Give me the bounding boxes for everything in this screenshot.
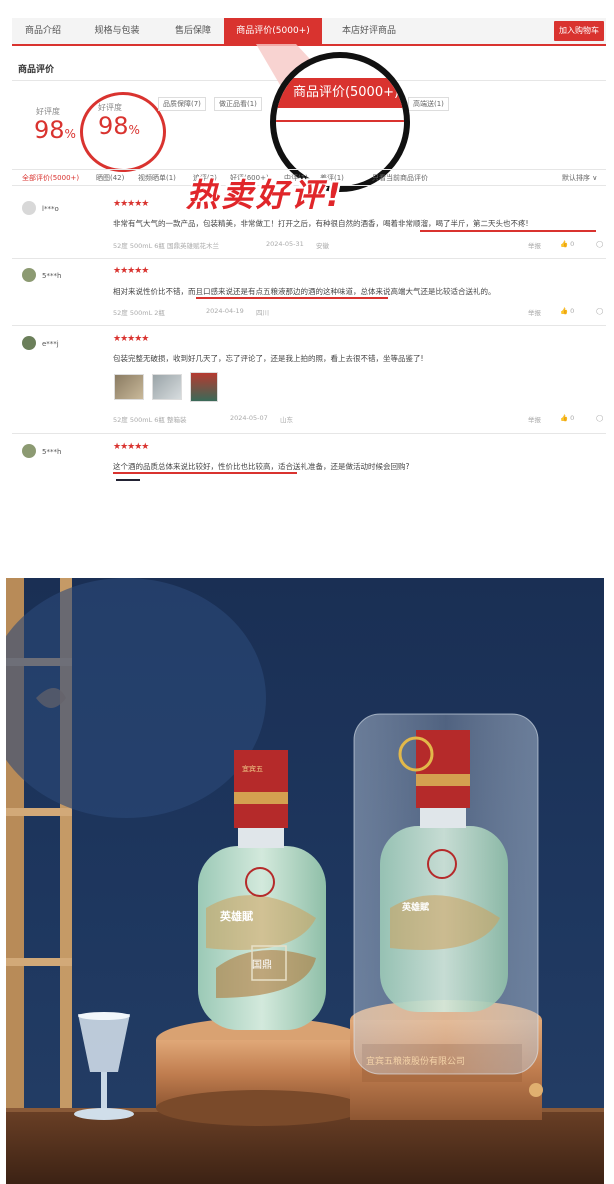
filter-video[interactable]: 视频晒单(1): [138, 173, 176, 183]
filter-current-only[interactable]: 只看当前商品评价: [372, 173, 428, 183]
highlight-underline: [196, 297, 388, 299]
bottle-brand-label: 英雄賦: [402, 903, 430, 913]
highlight-underline: [113, 472, 297, 474]
review-text: 相对来说性价比不错，而且口感来说还是有点五粮液那边的酒的这种味道，总体来说高端大…: [113, 287, 496, 296]
rating-value-zoom: 98%: [98, 112, 140, 140]
product-photo: 英雄賦 英雄賦 国鼎 宜宾五 宜宾五粮液股份有限公司: [6, 578, 604, 1184]
review-text: 非常有气大气的一款产品，包装精美，非常做工！打开之后，有种很自然的酒香，喝着非常…: [113, 219, 529, 228]
review-photo-thumbnail[interactable]: [114, 374, 144, 400]
rating-value: 98%: [34, 116, 76, 144]
tab-after-sale[interactable]: 售后保障: [160, 18, 226, 44]
filter-photos[interactable]: 晒图(42): [96, 173, 124, 183]
bottle-brand-label: 英雄賦: [220, 910, 253, 923]
tab-reviews[interactable]: 商品评价(5000+): [224, 18, 322, 44]
like-button[interactable]: 👍 0: [560, 414, 574, 422]
comment-icon[interactable]: ◯: [596, 240, 603, 248]
review-username: e***j: [42, 340, 59, 348]
report-link[interactable]: 举报: [528, 240, 541, 250]
rating-stars: ★★★★★: [113, 199, 149, 209]
rating-stars: ★★★★★: [113, 442, 149, 452]
magnified-underline: [276, 120, 404, 122]
review-tag[interactable]: 高端送(1): [408, 97, 449, 111]
tab-store-rated[interactable]: 本店好评商品: [326, 18, 412, 44]
like-button[interactable]: 👍 0: [560, 307, 574, 315]
review-meta: 52度 500mL 6瓶 国鼎英雄赋花木兰: [113, 242, 219, 250]
avatar: [22, 268, 36, 282]
add-to-cart-button[interactable]: 加入购物车: [554, 21, 604, 41]
bottle-cap-label: 宜宾五: [242, 765, 263, 773]
tab-product-intro[interactable]: 商品介绍: [12, 18, 74, 44]
base-engraving: 宜宾五粮液股份有限公司: [366, 1057, 466, 1067]
comment-icon[interactable]: ◯: [596, 414, 603, 422]
review-meta: 52度 500mL 6瓶 整箱装: [113, 416, 187, 424]
avatar: [22, 201, 36, 215]
review-meta: 52度 500mL 2瓶: [113, 309, 165, 317]
divider: [12, 325, 606, 326]
review-location: 山东: [280, 416, 293, 424]
bottle-series-label: 国鼎: [252, 960, 272, 971]
review-date: 2024-05-07: [230, 414, 268, 422]
avatar: [22, 444, 36, 458]
comment-icon[interactable]: ◯: [596, 307, 603, 315]
filter-all[interactable]: 全部评价(5000+): [22, 173, 79, 183]
review-date: 2024-05-31: [266, 240, 304, 248]
review-date: 2024-04-19: [206, 307, 244, 315]
divider: [12, 433, 606, 434]
review-location: 四川: [256, 309, 269, 317]
report-link[interactable]: 举报: [528, 307, 541, 317]
rating-stars: ★★★★★: [113, 266, 149, 276]
review-tag[interactable]: 品质保障(7): [158, 97, 206, 111]
review-username: l***o: [42, 205, 59, 213]
review-username: 5***h: [42, 272, 62, 280]
review-username: 5***h: [42, 448, 62, 456]
truncated-image-edge: [116, 479, 140, 481]
tab-bar: 商品介绍 规格与包装 售后保障 商品评价(5000+) 本店好评商品: [12, 18, 606, 46]
hot-review-headline: 热卖好评!: [186, 176, 344, 214]
highlight-underline: [420, 230, 596, 232]
magnified-tab-label: 商品评价(5000+): [276, 78, 404, 108]
divider: [12, 258, 606, 259]
like-button[interactable]: 👍 0: [560, 240, 574, 248]
product-illustration: [6, 578, 604, 1184]
review-text: 包装完整无破损，收到好几天了，忘了评论了，还是我上拍的照，看上去很不错，坐等品鉴…: [113, 354, 424, 363]
review-text: 这个酒的品质总体来说比较好，性价比也比较高，适合送礼准备，还是做活动时候会回购?: [113, 462, 410, 471]
avatar: [22, 336, 36, 350]
sort-dropdown[interactable]: 默认排序 ∨: [562, 173, 597, 183]
section-title: 商品评价: [18, 65, 55, 75]
review-photo-thumbnail[interactable]: [190, 372, 218, 402]
review-location: 安徽: [316, 242, 329, 250]
review-photo-thumbnail[interactable]: [152, 374, 182, 400]
report-link[interactable]: 举报: [528, 414, 541, 424]
tab-specs[interactable]: 规格与包装: [82, 18, 152, 44]
rating-stars: ★★★★★: [113, 334, 149, 344]
